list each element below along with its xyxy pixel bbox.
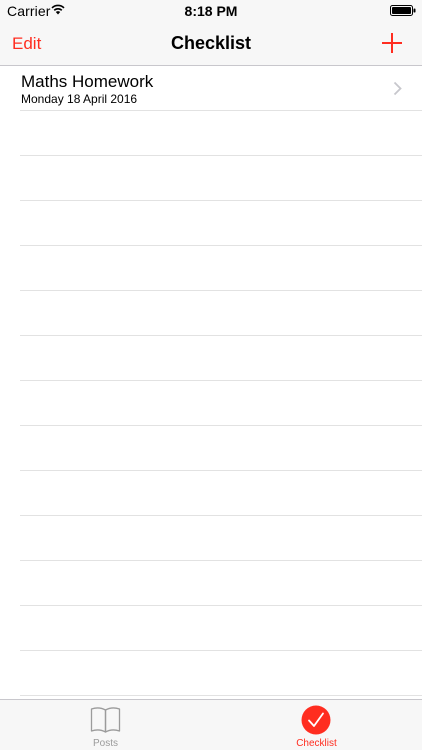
empty-row — [0, 651, 422, 696]
checklist-table[interactable]: Maths Homework Monday 18 April 2016 — [0, 66, 422, 699]
check-circle-icon — [301, 705, 331, 735]
empty-row — [0, 291, 422, 336]
tab-checklist-label: Checklist — [296, 738, 337, 749]
empty-row — [0, 561, 422, 606]
battery-icon — [390, 5, 416, 16]
navigation-bar: Edit Checklist — [0, 22, 422, 66]
row-separator — [20, 695, 422, 696]
empty-row — [0, 246, 422, 291]
status-bar: Carrier 8:18 PM — [0, 0, 422, 22]
clock: 8:18 PM — [184, 3, 238, 19]
list-item-date: Monday 18 April 2016 — [21, 92, 138, 106]
tab-posts-label: Posts — [92, 738, 118, 749]
list-item[interactable]: Maths Homework Monday 18 April 2016 — [0, 66, 422, 111]
empty-row — [0, 606, 422, 651]
empty-row — [0, 336, 422, 381]
add-button[interactable] — [381, 32, 403, 54]
page-title: Checklist — [170, 33, 252, 53]
tab-posts[interactable]: Posts — [0, 700, 211, 750]
empty-row — [0, 156, 422, 201]
empty-row — [0, 426, 422, 471]
tab-checklist[interactable]: Checklist — [211, 700, 422, 750]
book-icon — [90, 707, 121, 733]
empty-row — [0, 471, 422, 516]
list-item-title: Maths Homework — [21, 72, 154, 91]
empty-row — [0, 201, 422, 246]
tab-bar: Posts Checklist — [0, 699, 422, 750]
chevron-right-icon — [393, 81, 402, 96]
empty-row — [0, 111, 422, 156]
empty-row — [0, 381, 422, 426]
empty-row — [0, 516, 422, 561]
